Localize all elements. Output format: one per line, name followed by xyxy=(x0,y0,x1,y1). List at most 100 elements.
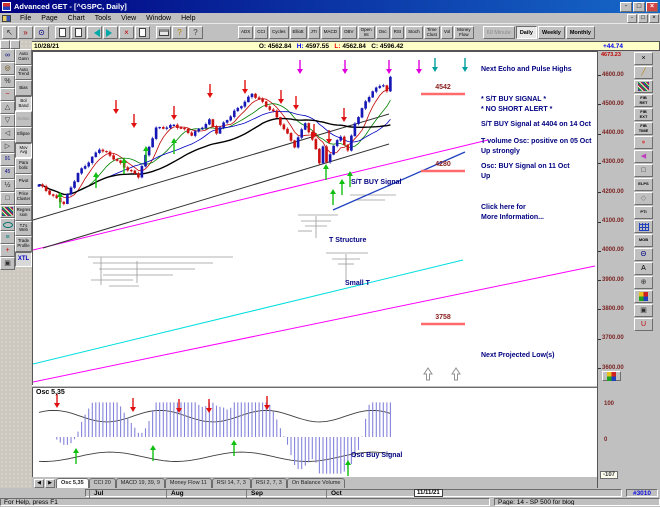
indicator-rsi[interactable]: RSI xyxy=(390,26,405,39)
arrow-up-icon[interactable]: △ xyxy=(0,101,15,114)
zoom-tool-icon[interactable]: ⊙ xyxy=(34,26,49,39)
context-help-icon[interactable]: ? xyxy=(188,26,203,39)
tab-money-flow-11[interactable]: Money Flow 11 xyxy=(164,478,212,488)
indicator-time-clust[interactable]: Time Clust xyxy=(423,26,440,39)
pencil-tool-icon[interactable]: ╱ xyxy=(634,66,653,79)
elliott-waves-icon[interactable]: ~ xyxy=(0,88,15,101)
quote-window-icon[interactable]: » xyxy=(18,26,33,39)
study-regres-sion[interactable]: Regres sion xyxy=(15,204,32,221)
menu-chart[interactable]: Chart xyxy=(63,15,90,22)
indicator-open-int[interactable]: Open Int xyxy=(357,26,375,39)
prev-page-icon[interactable] xyxy=(87,26,102,39)
grid-icon[interactable] xyxy=(634,220,653,233)
tab-on-balance-volume[interactable]: On Balance Volume xyxy=(286,478,346,488)
indicator-adx[interactable]: ADX xyxy=(238,26,254,39)
menu-file[interactable]: File xyxy=(15,15,36,22)
tab-rsi-2-7-3[interactable]: RSI 2, 7, 3 xyxy=(250,478,287,488)
print-icon[interactable] xyxy=(156,26,171,39)
fib-time-icon[interactable]: 45 xyxy=(0,166,15,179)
open-page-icon[interactable] xyxy=(71,26,86,39)
menu-view[interactable]: View xyxy=(116,15,141,22)
indicator-cycles[interactable]: Cycles xyxy=(269,26,289,39)
price-chart[interactable]: Next Echo and Pulse Highs * S/T BUY SIGNA… xyxy=(32,51,597,385)
pages-icon[interactable]: ▣ xyxy=(634,304,653,317)
study-mov-avg[interactable]: Mov Avg xyxy=(15,142,32,159)
mob-button[interactable]: MOB xyxy=(634,234,653,247)
lines-tool-icon[interactable] xyxy=(0,205,15,218)
study-tj-s-web[interactable]: TJ's Web xyxy=(15,220,32,237)
tab-scroll-left-button[interactable]: ◀ xyxy=(34,479,44,488)
tab-cci-20[interactable]: CCI 20 xyxy=(88,478,116,488)
tab-osc-5-35[interactable]: Osc 5,35 xyxy=(56,478,89,488)
magnify-icon[interactable]: ⊕ xyxy=(634,276,653,289)
study-ellipse[interactable]: Ellipse xyxy=(15,126,32,143)
child-window-icon[interactable] xyxy=(2,14,11,22)
timeframe-monthly[interactable]: Monthly xyxy=(565,26,595,39)
pti-button[interactable]: PTI xyxy=(634,206,653,219)
oscillator-panel[interactable]: Osc 5,35 Osc Buy Signal xyxy=(32,388,597,477)
pointer-tool-icon[interactable]: ↖ xyxy=(2,26,17,39)
scan-icon[interactable]: ◎ xyxy=(0,62,15,75)
edit-page-icon[interactable] xyxy=(135,26,150,39)
study-price-cluster[interactable]: Price Cluster xyxy=(15,189,32,205)
apply-template-icon[interactable]: ▣ xyxy=(0,257,15,270)
help-icon[interactable]: ? xyxy=(172,26,187,39)
close-chart-icon[interactable]: × xyxy=(634,52,653,65)
indicator-jti[interactable]: JTI xyxy=(307,26,320,39)
menu-help[interactable]: Help xyxy=(176,15,200,22)
child-restore-button[interactable]: □ xyxy=(638,13,648,23)
fib-time-button[interactable]: FIB TIME xyxy=(634,122,653,135)
fib-price-icon[interactable]: 91 xyxy=(0,153,15,166)
timeframe-daily[interactable]: Daily xyxy=(515,26,537,39)
fib-extension-button[interactable]: FIB EXT xyxy=(634,108,653,121)
child-close-button[interactable]: × xyxy=(649,13,659,23)
colors-icon[interactable] xyxy=(634,290,653,303)
red-cross-icon[interactable]: + xyxy=(0,244,15,257)
tab-rsi-14-7-3[interactable]: RSI 14, 7, 3 xyxy=(211,478,251,488)
fib-retracement-button[interactable]: FIB RET xyxy=(634,94,653,107)
trend-lines-icon[interactable] xyxy=(634,80,653,93)
tab-macd-19-39-9[interactable]: MACD 19, 39, 9 xyxy=(115,478,165,488)
new-page-icon[interactable] xyxy=(55,26,70,39)
mob-arrow-icon[interactable]: ◀ xyxy=(634,150,653,163)
gann-circle-icon[interactable]: ● xyxy=(634,136,653,149)
tab-scroll-right-button[interactable]: ▶ xyxy=(45,479,55,488)
next-page-icon[interactable] xyxy=(103,26,118,39)
sidebar-scroll-up-button[interactable] xyxy=(0,40,10,49)
child-minimize-button[interactable]: - xyxy=(627,13,637,23)
menu-page[interactable]: Page xyxy=(36,15,62,22)
menu-window[interactable]: Window xyxy=(141,15,176,22)
indicator-money-flow[interactable]: Money Flow xyxy=(454,26,474,39)
study-auto-trend[interactable]: Auto Trend xyxy=(15,64,32,81)
indicator-stoch[interactable]: Stoch xyxy=(405,26,423,39)
study-auto-gann[interactable]: Auto Gann xyxy=(15,49,32,65)
indicator-vol[interactable]: Vol xyxy=(440,26,454,39)
study-trade-profile[interactable]: Trade Profile xyxy=(15,236,32,252)
indicator-obv[interactable]: OBV xyxy=(341,26,357,39)
study-bol-band[interactable]: Bol Band xyxy=(15,95,32,112)
study-xtl[interactable]: XTL xyxy=(15,251,32,268)
study-para-bolic[interactable]: Para bolic xyxy=(15,158,32,174)
restore-button[interactable]: □ xyxy=(633,1,645,12)
underline-button[interactable]: U xyxy=(634,318,653,331)
gann-angles-icon[interactable]: % xyxy=(0,75,15,88)
retracement-icon[interactable]: ½ xyxy=(0,179,15,192)
delete-page-icon[interactable]: × xyxy=(119,26,134,39)
timeframe-weekly[interactable]: Weekly xyxy=(537,26,565,39)
ellipse-tool-icon[interactable] xyxy=(0,218,15,231)
text-tool-icon[interactable]: A xyxy=(634,262,653,275)
indicator-cci[interactable]: CCI xyxy=(254,26,269,39)
close-button[interactable]: × xyxy=(646,1,658,12)
study-pivot[interactable]: Pivot xyxy=(15,173,32,190)
indicator-macd[interactable]: MACD xyxy=(320,26,341,39)
box-tool-icon[interactable]: □ xyxy=(0,192,15,205)
sidebar-scroll-down-button[interactable] xyxy=(10,40,20,49)
expert-commentary-icon[interactable]: ∞ xyxy=(0,49,15,62)
study-deltas[interactable]: Deltas xyxy=(15,111,32,127)
menu-tools[interactable]: Tools xyxy=(90,15,116,22)
timeframe-60-minute[interactable]: 60 Minute xyxy=(482,26,515,39)
indicator-elliott[interactable]: Elliott xyxy=(289,26,307,39)
ellipse-study-button[interactable]: ELPS xyxy=(634,178,653,191)
indicator-osc[interactable]: Osc xyxy=(375,26,390,39)
arrow-down-icon[interactable]: ▽ xyxy=(0,114,15,127)
